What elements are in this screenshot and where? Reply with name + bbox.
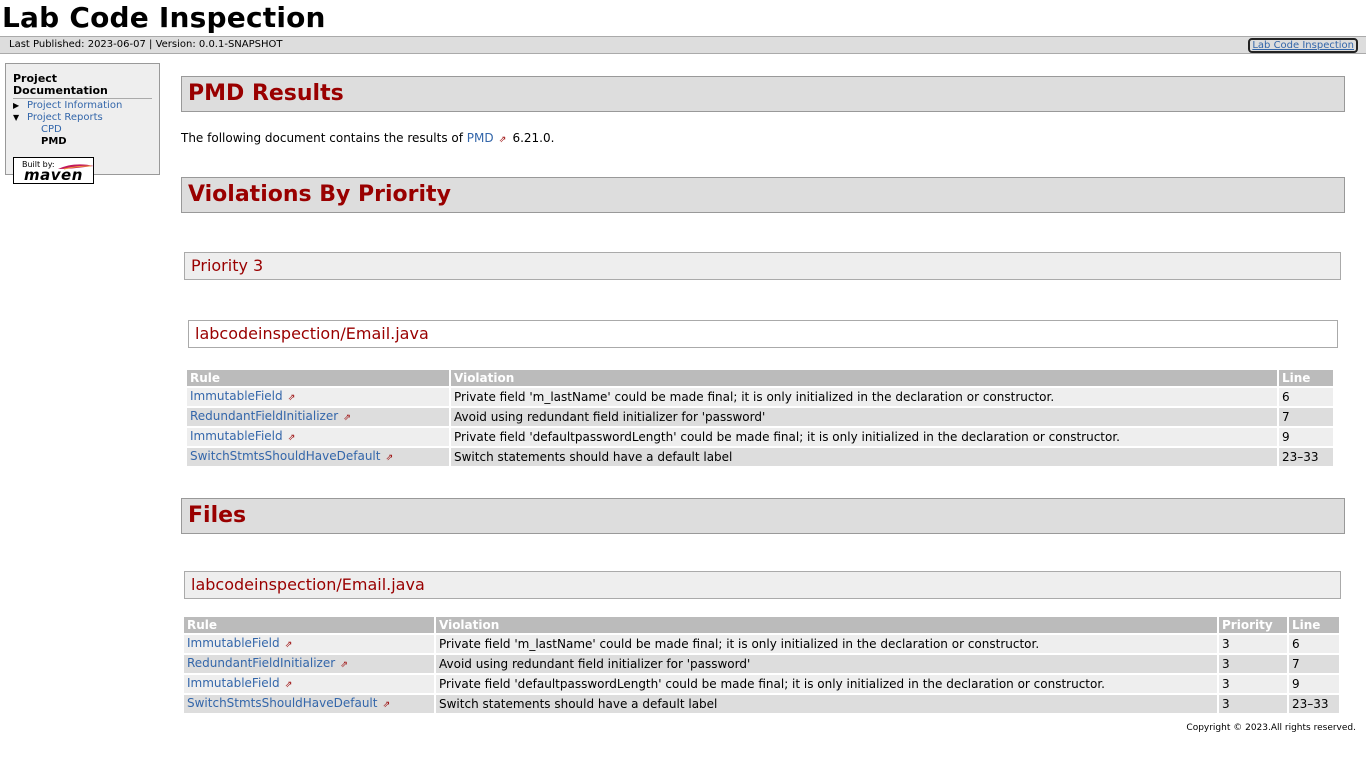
rule-link[interactable]: ImmutableField bbox=[187, 636, 280, 650]
rule-link[interactable]: SwitchStmtsShouldHaveDefault bbox=[187, 696, 377, 710]
table-row: SwitchStmtsShouldHaveDefault ⇗ Switch sta… bbox=[187, 448, 1333, 466]
rule-link[interactable]: ImmutableField bbox=[187, 676, 280, 690]
version-label: Version: 0.0.1-SNAPSHOT bbox=[155, 39, 283, 50]
sidebar-item-label[interactable]: Project Information bbox=[27, 100, 122, 111]
table-row: ImmutableField ⇗ Private field 'defaultpa… bbox=[187, 428, 1333, 446]
external-link-icon: ⇗ bbox=[343, 413, 351, 423]
column-header-violation: Violation bbox=[451, 370, 1277, 386]
file-heading: labcodeinspection/Email.java bbox=[188, 320, 1338, 348]
maven-wordmark: maven bbox=[24, 166, 83, 184]
external-link-icon: ⇗ bbox=[498, 135, 507, 145]
rule-link[interactable]: RedundantFieldInitializer bbox=[187, 656, 335, 670]
external-link-icon: ⇗ bbox=[284, 640, 293, 650]
violation-cell: Private field 'm_lastName' could be made… bbox=[451, 388, 1277, 406]
table-row: SwitchStmtsShouldHaveDefault ⇗ Switch sta… bbox=[184, 695, 1339, 713]
line-cell: 6 bbox=[1279, 388, 1333, 406]
violation-cell: Switch statements should have a default … bbox=[451, 448, 1277, 466]
table-row: ImmutableField ⇗ Private field 'm_lastNam… bbox=[184, 635, 1339, 653]
sidebar-item-label[interactable]: Project Reports bbox=[27, 112, 103, 123]
section-title-violations-by-priority: Violations By Priority bbox=[181, 177, 1345, 213]
section-title-files: Files bbox=[181, 498, 1345, 534]
column-header-violation: Violation bbox=[436, 617, 1217, 633]
line-cell: 23–33 bbox=[1279, 448, 1333, 466]
sidebar-menu: ▶ Project Information ▼ Project Reports … bbox=[13, 100, 152, 148]
page-title: PMD Results bbox=[181, 76, 1345, 112]
site-title: Lab Code Inspection bbox=[2, 1, 326, 34]
external-link-icon: ⇗ bbox=[287, 433, 296, 443]
sidebar-item-label[interactable]: CPD bbox=[41, 124, 62, 135]
column-header-line: Line bbox=[1289, 617, 1339, 633]
line-cell: 7 bbox=[1289, 655, 1339, 673]
rule-link[interactable]: ImmutableField bbox=[190, 429, 283, 443]
table-header-row: Rule Violation Priority Line bbox=[184, 617, 1339, 633]
table-row: RedundantFieldInitializer ⇗ Avoid using r… bbox=[184, 655, 1339, 673]
external-link-icon: ⇗ bbox=[284, 680, 293, 690]
line-cell: 7 bbox=[1279, 408, 1333, 426]
violation-cell: Private field 'defaultpasswordLength' co… bbox=[436, 675, 1217, 693]
sidebar-item-pmd: PMD bbox=[13, 136, 152, 148]
line-cell: 23–33 bbox=[1289, 695, 1339, 713]
breadcrumb-separator: | bbox=[149, 39, 153, 50]
published-date: Last Published: 2023-06-07 bbox=[9, 39, 146, 50]
table-header-row: Rule Violation Line bbox=[187, 370, 1333, 386]
main-content: PMD Results The following document conta… bbox=[181, 76, 1345, 715]
sidebar-item-project-information[interactable]: ▶ Project Information bbox=[13, 100, 152, 112]
priority-cell: 3 bbox=[1219, 695, 1287, 713]
rule-link[interactable]: RedundantFieldInitializer bbox=[190, 409, 338, 423]
violation-cell: Private field 'defaultpasswordLength' co… bbox=[451, 428, 1277, 446]
footer: Copyright © 2023.All rights reserved. bbox=[1186, 722, 1356, 734]
line-cell: 9 bbox=[1289, 675, 1339, 693]
breadcrumb: Last Published: 2023-06-07 | Version: 0.… bbox=[0, 36, 1366, 54]
sidebar: Project Documentation ▶ Project Informat… bbox=[5, 63, 160, 184]
intro-text: The following document contains the resu… bbox=[181, 130, 1345, 148]
files-violations-table: Rule Violation Priority Line ImmutableFi… bbox=[182, 615, 1341, 715]
external-link-icon: ⇗ bbox=[382, 700, 391, 710]
priority-heading: Priority 3 bbox=[184, 252, 1341, 280]
line-cell: 9 bbox=[1279, 428, 1333, 446]
sidebar-item-cpd[interactable]: CPD bbox=[13, 124, 152, 136]
sidebar-item-label: PMD bbox=[41, 136, 67, 147]
rule-link[interactable]: SwitchStmtsShouldHaveDefault bbox=[190, 449, 380, 463]
triangle-down-icon: ▼ bbox=[13, 113, 20, 122]
table-row: RedundantFieldInitializer ⇗ Avoid using r… bbox=[187, 408, 1333, 426]
violation-cell: Private field 'm_lastName' could be made… bbox=[436, 635, 1217, 653]
column-header-rule: Rule bbox=[187, 370, 449, 386]
external-link-icon: ⇗ bbox=[340, 660, 348, 670]
priority-cell: 3 bbox=[1219, 635, 1287, 653]
external-link-icon: ⇗ bbox=[287, 393, 296, 403]
table-row: ImmutableField ⇗ Private field 'defaultpa… bbox=[184, 675, 1339, 693]
violation-cell: Avoid using redundant field initializer … bbox=[436, 655, 1217, 673]
file-heading: labcodeinspection/Email.java bbox=[184, 571, 1341, 599]
column-header-line: Line bbox=[1279, 370, 1333, 386]
rule-link[interactable]: ImmutableField bbox=[190, 389, 283, 403]
column-header-rule: Rule bbox=[184, 617, 434, 633]
line-cell: 6 bbox=[1289, 635, 1339, 653]
priority-cell: 3 bbox=[1219, 675, 1287, 693]
violation-cell: Avoid using redundant field initializer … bbox=[451, 408, 1277, 426]
built-by-maven-logo[interactable]: Built by: maven bbox=[13, 157, 94, 184]
table-row: ImmutableField ⇗ Private field 'm_lastNam… bbox=[187, 388, 1333, 406]
pmd-link[interactable]: PMD bbox=[467, 131, 494, 145]
sidebar-heading: Project Documentation bbox=[13, 73, 152, 99]
priority-cell: 3 bbox=[1219, 655, 1287, 673]
project-home-link[interactable]: Lab Code Inspection bbox=[1248, 38, 1358, 53]
external-link-icon: ⇗ bbox=[385, 453, 394, 463]
violation-cell: Switch statements should have a default … bbox=[436, 695, 1217, 713]
sidebar-item-project-reports[interactable]: ▼ Project Reports bbox=[13, 112, 152, 124]
priority-violations-table: Rule Violation Line ImmutableField ⇗ Priv… bbox=[185, 368, 1335, 468]
triangle-right-icon: ▶ bbox=[13, 101, 20, 110]
copyright-text: Copyright © 2023.All rights reserved. bbox=[1186, 723, 1356, 733]
banner: Lab Code Inspection bbox=[0, 0, 1366, 36]
column-header-priority: Priority bbox=[1219, 617, 1287, 633]
